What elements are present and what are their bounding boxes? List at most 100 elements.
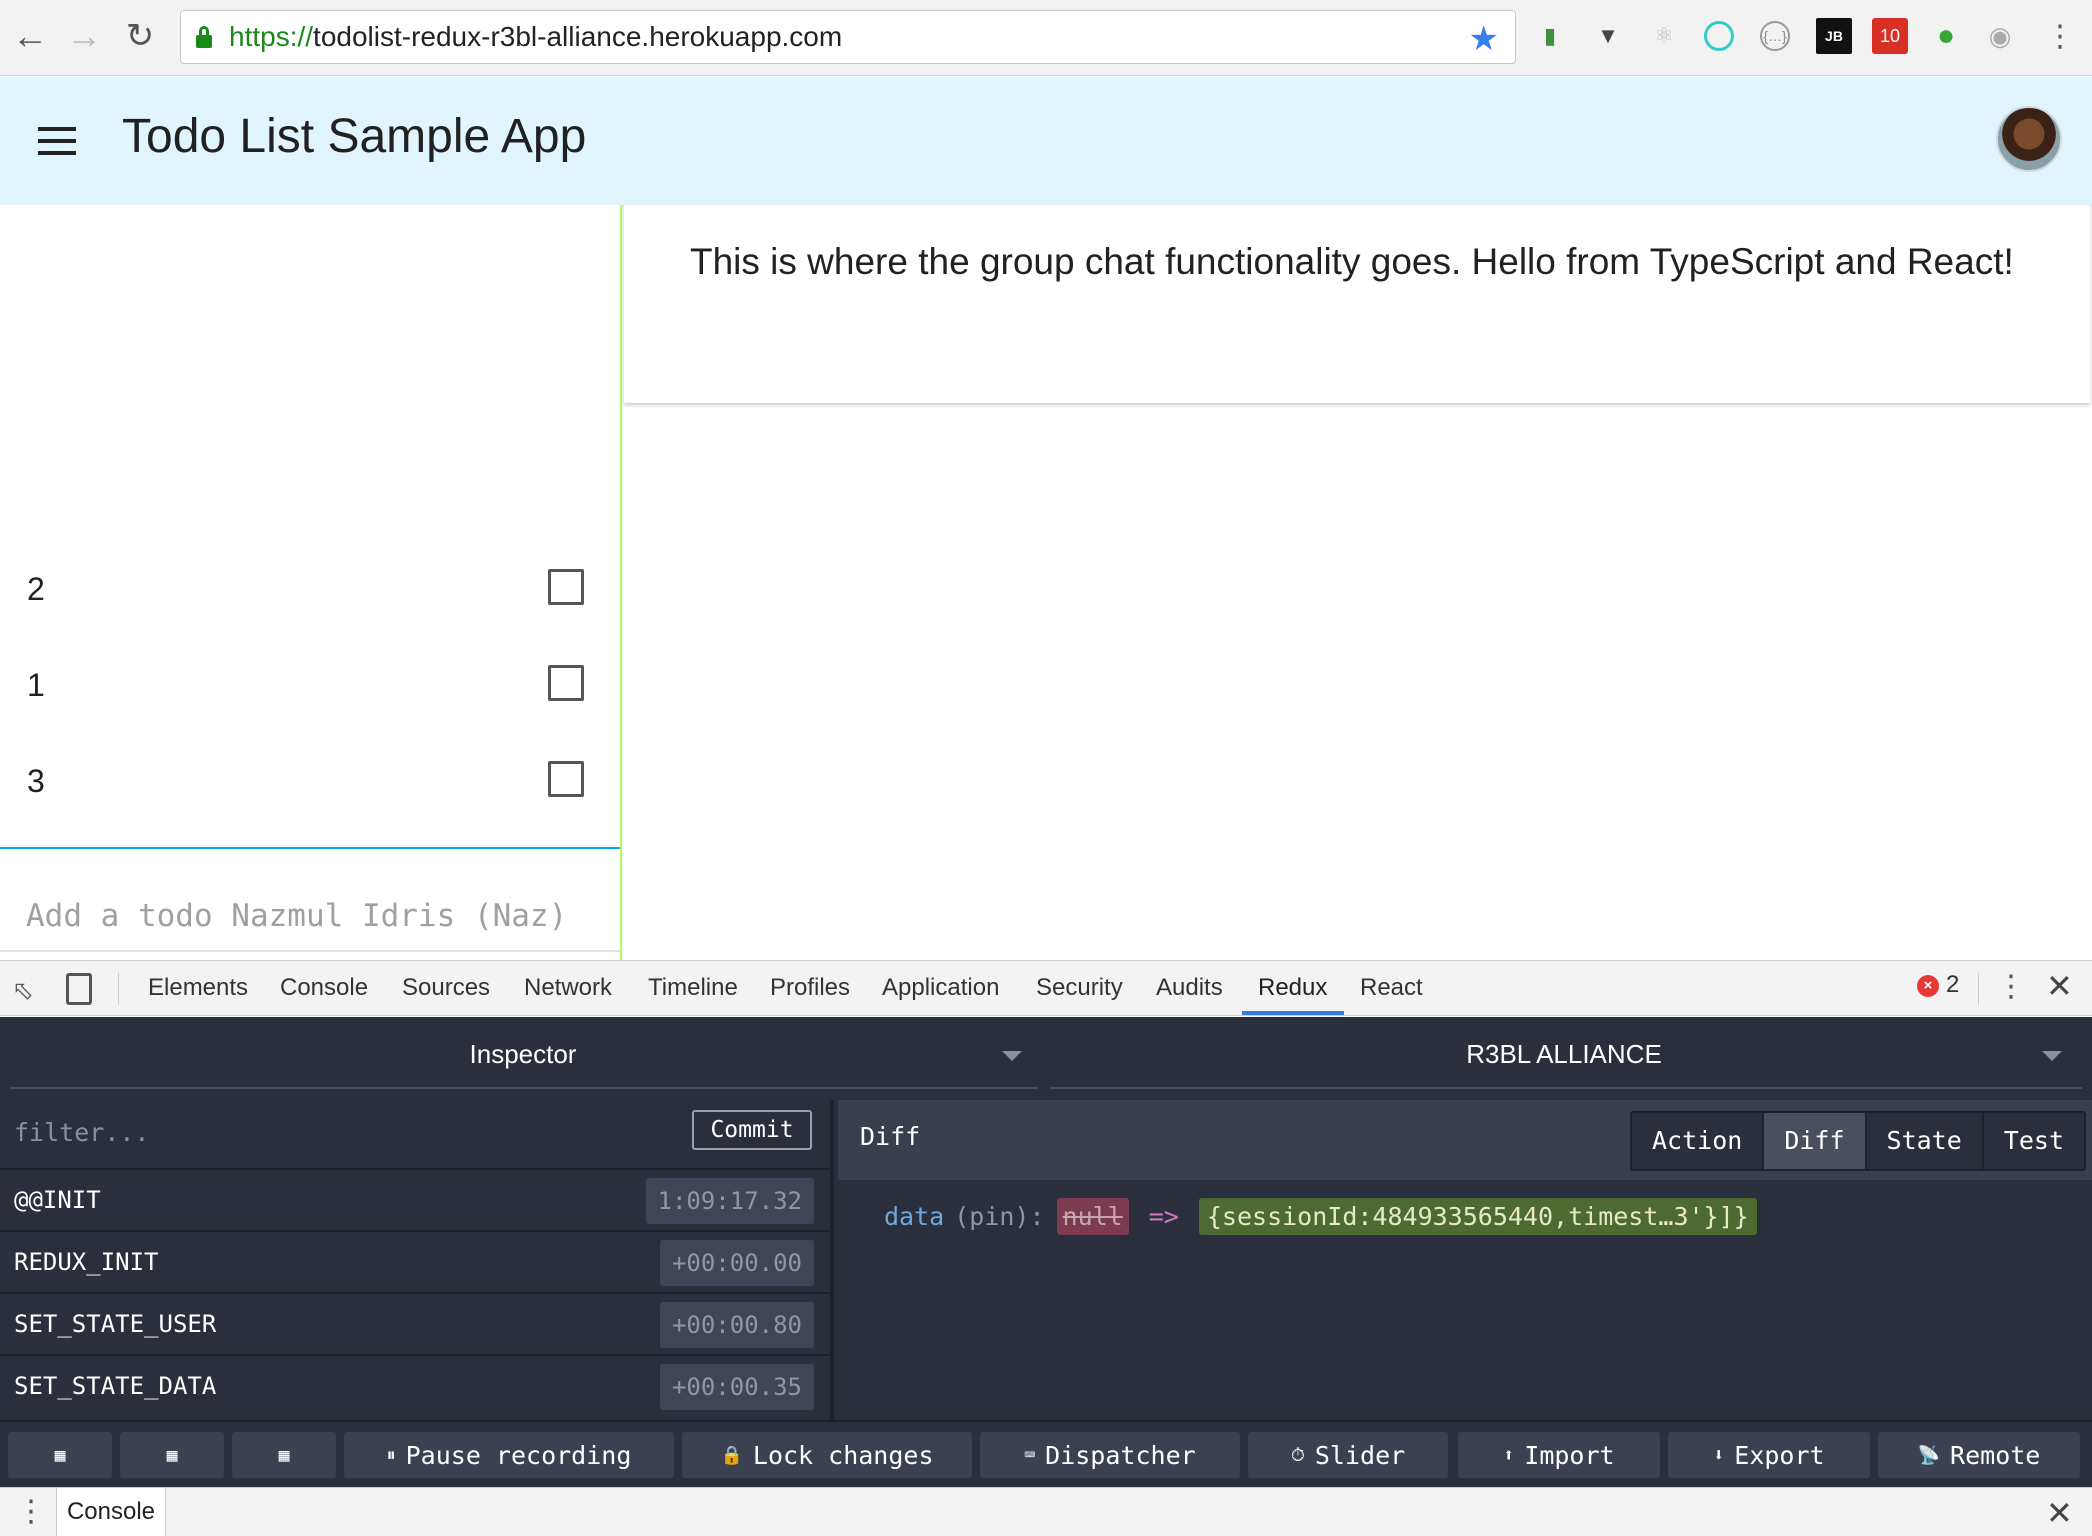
drawer-tab-console[interactable]: Console [56, 1488, 166, 1536]
pause-label: Pause recording [405, 1440, 632, 1470]
tab-redux[interactable]: Redux [1258, 961, 1327, 1015]
diff-new-value: {sessionId:484933565440,timest…3'}]} [1198, 1198, 1757, 1235]
action-name: SET_STATE_DATA [14, 1372, 217, 1400]
chevron-down-icon[interactable] [1002, 1051, 1022, 1061]
todo-label: 1 [27, 667, 45, 703]
log-monitor-icon[interactable]: ▦ [8, 1432, 112, 1478]
avatar[interactable] [1996, 106, 2062, 172]
url-scheme: https:// [229, 21, 314, 52]
chart-monitor-icon[interactable]: ▦ [232, 1432, 336, 1478]
device-toolbar-icon[interactable] [66, 973, 92, 1005]
tab-security[interactable]: Security [1036, 961, 1123, 1015]
lock-changes-button[interactable]: 🔒 Lock changes [682, 1432, 972, 1478]
todo-checkbox[interactable] [548, 569, 584, 605]
diff-old-value: null [1056, 1198, 1129, 1235]
dispatcher-label: Dispatcher [1045, 1440, 1196, 1470]
todo-item: 3 [0, 735, 620, 831]
error-icon[interactable]: × [1917, 975, 1939, 997]
todo-checkbox[interactable] [548, 665, 584, 701]
pause-icon: ⏸ [386, 1444, 396, 1466]
redux-devtools-icon[interactable] [1704, 21, 1734, 51]
diff-arrow: => [1148, 1202, 1179, 1231]
add-todo-input[interactable] [26, 893, 606, 939]
pocket-icon[interactable]: ▼ [1590, 18, 1626, 54]
back-arrow-icon[interactable]: ← [8, 14, 52, 58]
dispatcher-button[interactable]: ⌨ Dispatcher [980, 1432, 1240, 1478]
import-button[interactable]: ⬆ Import [1458, 1432, 1660, 1478]
divider [118, 973, 119, 1005]
input-underline [0, 950, 620, 952]
tab-state[interactable]: State [1866, 1113, 1984, 1169]
tab-test[interactable]: Test [1983, 1113, 2085, 1169]
commit-button[interactable]: Commit [692, 1110, 812, 1150]
bookmark-star-icon[interactable]: ★ [1469, 19, 1499, 59]
inspector-monitor-icon[interactable]: ▦ [120, 1432, 224, 1478]
menu-icon[interactable] [38, 127, 78, 155]
tab-diff[interactable]: Diff [1764, 1113, 1867, 1169]
close-icon[interactable]: ✕ [2046, 1494, 2073, 1532]
remote-label: Remote [1950, 1440, 2041, 1470]
drawer-menu-icon[interactable]: ⋮ [16, 1494, 46, 1529]
react-devtools-icon[interactable]: ⚛ [1646, 18, 1682, 54]
upload-icon: ⬆ [1503, 1444, 1515, 1466]
slider-button[interactable]: ⏱ Slider [1248, 1432, 1448, 1478]
tab-timeline[interactable]: Timeline [648, 961, 738, 1015]
reload-icon[interactable]: ↻ [118, 14, 162, 58]
action-time: +00:00.80 [659, 1302, 814, 1348]
pause-recording-button[interactable]: ⏸ Pause recording [344, 1432, 674, 1478]
todo-panel: 2 1 3 [0, 205, 622, 960]
action-row[interactable]: REDUX_INIT +00:00.00 [0, 1230, 830, 1292]
tab-console[interactable]: Console [280, 961, 368, 1015]
error-count[interactable]: 2 [1946, 971, 1959, 999]
action-name: REDUX_INIT [14, 1248, 159, 1276]
keyboard-icon: ⌨ [1024, 1444, 1036, 1466]
todo-item: 1 [0, 639, 620, 735]
console-drawer: ⋮ Console ✕ [0, 1487, 2092, 1536]
broadcast-icon: 📡 [1917, 1444, 1941, 1466]
app-bar: Todo List Sample App [0, 77, 2092, 205]
divider [10, 1087, 1038, 1089]
close-icon[interactable]: ✕ [2046, 967, 2073, 1005]
divider [1978, 973, 1979, 1005]
extension-evernote-icon[interactable]: ▮ [1532, 18, 1568, 54]
tab-react[interactable]: React [1360, 961, 1423, 1015]
todo-label: 2 [27, 571, 45, 607]
remote-button[interactable]: 📡 Remote [1878, 1432, 2080, 1478]
todo-label: 3 [27, 763, 45, 799]
diff-pane-header: Diff Action Diff State Test [838, 1100, 2092, 1180]
forward-arrow-icon[interactable]: → [62, 14, 106, 58]
pane-title: Diff [860, 1122, 921, 1151]
diff-pin[interactable]: (pin): [954, 1202, 1044, 1231]
filter-input[interactable] [14, 1114, 494, 1150]
json-viewer-icon[interactable]: {…} [1760, 21, 1790, 51]
tab-elements[interactable]: Elements [148, 961, 248, 1015]
browser-menu-icon[interactable]: ⋮ [2042, 18, 2078, 54]
address-bar[interactable]: https://todolist-redux-r3bl-alliance.her… [180, 10, 1516, 64]
instance-select[interactable]: R3BL ALLIANCE [1050, 1039, 2078, 1070]
diff-entry[interactable]: data (pin): null => {sessionId:484933565… [884, 1198, 1757, 1235]
export-button[interactable]: ⬇ Export [1668, 1432, 1870, 1478]
gmail-icon[interactable]: 10 [1872, 18, 1908, 54]
action-row[interactable]: @@INIT 1:09:17.32 [0, 1168, 830, 1230]
tab-profiles[interactable]: Profiles [770, 961, 850, 1015]
inspect-element-icon[interactable]: ⬁ [12, 975, 42, 1005]
todo-checkbox[interactable] [548, 761, 584, 797]
extension-circle-icon[interactable]: ◉ [1982, 18, 2018, 54]
tab-action[interactable]: Action [1632, 1113, 1765, 1169]
diff-body: data (pin): null => {sessionId:484933565… [838, 1180, 2092, 1420]
tab-application[interactable]: Application [882, 961, 999, 1015]
monitor-select[interactable]: Inspector [0, 1039, 1046, 1070]
action-row[interactable]: SET_STATE_DATA +00:00.35 [0, 1354, 830, 1416]
download-icon: ⬇ [1713, 1444, 1725, 1466]
chevron-down-icon[interactable] [2042, 1051, 2062, 1061]
tab-network[interactable]: Network [524, 961, 612, 1015]
devtools-menu-icon[interactable]: ⋮ [1996, 969, 2026, 1004]
action-row[interactable]: SET_STATE_USER +00:00.80 [0, 1292, 830, 1354]
speech-bubble-icon[interactable]: ● [1928, 18, 1964, 54]
gmail-badge: 10 [1879, 25, 1901, 46]
tab-audits[interactable]: Audits [1156, 961, 1223, 1015]
tab-sources[interactable]: Sources [402, 961, 490, 1015]
lock-icon: 🔒 [720, 1444, 743, 1466]
diff-key: data [884, 1202, 945, 1231]
jetbrains-icon[interactable]: JB [1816, 18, 1852, 54]
